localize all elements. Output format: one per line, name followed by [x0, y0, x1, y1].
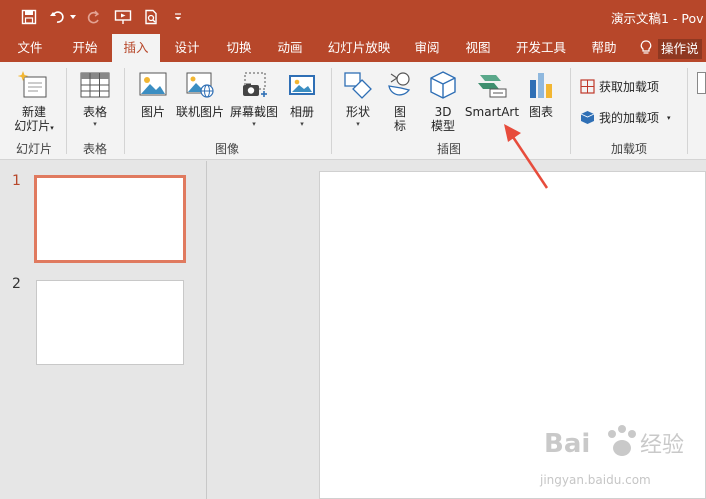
- watermark-url: jingyan.baidu.com: [540, 473, 651, 487]
- picture-label: 图片: [140, 105, 165, 119]
- slide-thumbnail-pane: 1 2: [0, 161, 207, 499]
- slide-number: 2: [12, 276, 21, 292]
- table-label: 表格: [82, 105, 107, 119]
- chart-button[interactable]: 图表: [522, 68, 560, 119]
- online-picture-icon: [183, 68, 217, 102]
- 3d-models-button[interactable]: 3D 模型: [424, 68, 462, 133]
- table-icon: [78, 68, 112, 102]
- group-divider: [124, 68, 125, 154]
- photo-album-button[interactable]: 相册 ▾: [282, 68, 322, 129]
- table-button[interactable]: 表格 ▾: [74, 68, 116, 129]
- ribbon-tabs: 文件 开始 插入 设计 切换 动画 幻灯片放映 审阅 视图 开发工具 帮助 操作…: [0, 34, 706, 62]
- photo-album-label: 相册: [289, 105, 314, 119]
- watermark: Bai 经验 jingyan.baidu.com: [540, 420, 700, 490]
- print-preview-icon[interactable]: [140, 6, 162, 28]
- picture-button[interactable]: 图片: [132, 68, 174, 119]
- group-divider: [687, 68, 688, 154]
- icons-icon: [383, 68, 417, 102]
- tell-me-search[interactable]: 操作说: [640, 39, 702, 59]
- new-slide-icon: [17, 68, 51, 102]
- save-icon[interactable]: [18, 6, 40, 28]
- group-label-addins: 加载项: [610, 142, 647, 156]
- slide-thumbnail-1[interactable]: [34, 175, 186, 263]
- group-divider: [66, 68, 67, 154]
- tab-design[interactable]: 设计: [172, 34, 202, 62]
- 3d-models-label-line1: 3D: [434, 105, 452, 119]
- my-addins-button[interactable]: 我的加载项 ▾: [580, 109, 671, 126]
- lightbulb-icon: [640, 39, 652, 59]
- screenshot-icon: [237, 68, 271, 102]
- tab-review[interactable]: 审阅: [412, 34, 442, 62]
- ribbon-insert: 新建 幻灯片▾ 表格 ▾ 图片 联机图片 屏幕截图 ▾ 相册 ▾ 形状 ▾ 图 …: [0, 62, 706, 160]
- tell-me-label: 操作说: [658, 39, 702, 59]
- baidu-paw-logo: Bai 经验: [544, 425, 684, 459]
- tab-slideshow[interactable]: 幻灯片放映: [326, 34, 392, 62]
- tab-animations[interactable]: 动画: [275, 34, 305, 62]
- cube-icon: [426, 68, 460, 102]
- svg-text:Bai: Bai: [544, 429, 590, 459]
- redo-icon[interactable]: [84, 6, 104, 28]
- shapes-label: 形状: [345, 105, 370, 119]
- new-slide-label-line2: 幻灯片: [14, 119, 51, 133]
- smartart-icon: [475, 68, 509, 102]
- slide-thumbnail-2[interactable]: [36, 280, 184, 365]
- online-picture-button[interactable]: 联机图片: [174, 68, 226, 119]
- tab-help[interactable]: 帮助: [589, 34, 619, 62]
- smartart-button[interactable]: SmartArt: [464, 68, 520, 119]
- chevron-down-icon: ▾: [356, 120, 360, 128]
- present-from-start-icon[interactable]: [112, 6, 134, 28]
- screenshot-label: 屏幕截图: [229, 105, 278, 119]
- 3d-models-label-line2: 模型: [430, 119, 455, 133]
- tab-view[interactable]: 视图: [463, 34, 493, 62]
- online-picture-label: 联机图片: [175, 105, 224, 119]
- new-slide-button[interactable]: 新建 幻灯片▾: [8, 68, 60, 135]
- shapes-icon: [341, 68, 375, 102]
- chevron-down-icon: ▾: [300, 120, 304, 128]
- shapes-button[interactable]: 形状 ▾: [338, 68, 378, 129]
- get-addins-label: 获取加载项: [599, 80, 660, 94]
- my-addins-label: 我的加载项: [599, 111, 660, 125]
- tab-file[interactable]: 文件: [16, 34, 44, 62]
- tab-developer[interactable]: 开发工具: [514, 34, 568, 62]
- undo-icon[interactable]: [48, 6, 78, 28]
- store-icon: [580, 79, 595, 94]
- group-divider: [570, 68, 571, 154]
- chevron-down-icon: ▾: [667, 113, 671, 122]
- chart-icon: [524, 68, 558, 102]
- group-label-images: 图像: [214, 142, 239, 156]
- title-bar: 演示文稿1 - Pov: [0, 0, 706, 34]
- screenshot-button[interactable]: 屏幕截图 ▾: [228, 68, 280, 129]
- group-label-slides: 幻灯片: [15, 142, 52, 156]
- addin-cube-icon: [580, 110, 595, 125]
- icons-label-line1: 图: [393, 105, 406, 119]
- smartart-label: SmartArt: [464, 105, 520, 119]
- group-label-illustrations: 插图: [436, 142, 461, 156]
- partial-ribbon-button[interactable]: [697, 72, 706, 94]
- chevron-down-icon: ▾: [93, 120, 97, 128]
- new-slide-label-line1: 新建: [21, 105, 46, 119]
- slide-number: 1: [12, 173, 21, 189]
- chevron-down-icon: ▾: [252, 120, 256, 128]
- svg-text:经验: 经验: [640, 433, 684, 458]
- get-addins-button[interactable]: 获取加载项: [580, 78, 659, 95]
- group-divider: [331, 68, 332, 154]
- icons-button[interactable]: 图 标: [382, 68, 418, 133]
- customize-toolbar-icon[interactable]: [170, 6, 186, 28]
- group-label-tables: 表格: [82, 142, 107, 156]
- icons-label-line2: 标: [393, 119, 406, 133]
- window-title: 演示文稿1 - Pov: [611, 11, 704, 26]
- photo-album-icon: [285, 68, 319, 102]
- tab-transitions[interactable]: 切换: [224, 34, 254, 62]
- tab-insert[interactable]: 插入: [112, 34, 160, 62]
- tab-home[interactable]: 开始: [70, 34, 100, 62]
- chart-label: 图表: [528, 105, 553, 119]
- picture-icon: [136, 68, 170, 102]
